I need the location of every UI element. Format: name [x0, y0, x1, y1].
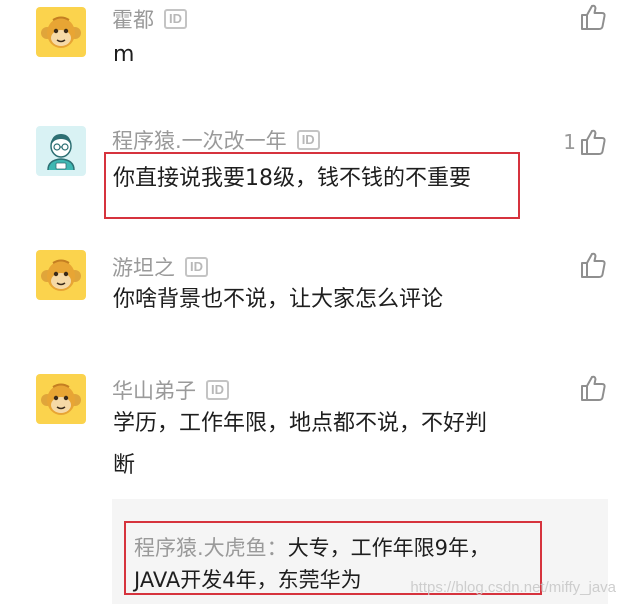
reply-line-2: JAVA开发4年，东莞华为 [134, 564, 362, 596]
comment-username[interactable]: 霍都 ID [112, 4, 187, 34]
comment-text: 你直接说我要18级，钱不钱的不重要 [113, 166, 471, 191]
thumbs-up-icon [581, 252, 606, 278]
comment-username[interactable]: 游坦之 ID [112, 252, 208, 282]
coder-avatar-icon[interactable] [36, 126, 86, 176]
like-count: 1 [563, 130, 576, 154]
like-button[interactable] [576, 373, 608, 403]
reply-text-line-1: 大专，工作年限9年， [287, 536, 491, 560]
monkey-avatar-icon[interactable] [36, 250, 86, 300]
reply-line-1: 程序猿.大虎鱼：大专，工作年限9年， [134, 532, 490, 564]
username-text[interactable]: 华山弟子 [112, 375, 196, 405]
username-text[interactable]: 游坦之 [112, 252, 175, 282]
username-text[interactable]: 霍都 [112, 4, 154, 34]
comment-username[interactable]: 华山弟子 ID [112, 375, 229, 405]
comment-text-line-1: 学历，工作年限，地点都不说，不好判 [113, 411, 488, 436]
comment-text: 你啥背景也不说，让大家怎么评论 [113, 287, 444, 312]
thumbs-up-icon [581, 129, 606, 155]
comment-text-line-2: 断 [113, 453, 136, 478]
like-button[interactable] [576, 2, 608, 32]
monkey-avatar-icon[interactable] [36, 374, 86, 424]
reply-text-line-2: JAVA开发4年，东莞华为 [134, 568, 362, 592]
id-badge-icon: ID [296, 130, 320, 150]
username-text[interactable]: 程序猿.一次改一年 [112, 125, 287, 155]
like-button[interactable] [576, 250, 608, 280]
comment-text: m [113, 42, 135, 67]
like-button[interactable]: 1 [563, 127, 608, 157]
comment-username[interactable]: 程序猿.一次改一年 ID [112, 125, 320, 155]
monkey-avatar-icon[interactable] [36, 7, 86, 57]
id-badge-icon: ID [185, 257, 208, 277]
id-badge-icon: ID [206, 380, 229, 400]
reply-author[interactable]: 程序猿.大虎鱼： [134, 536, 288, 560]
watermark: https://blog.csdn.net/miffy_java [410, 579, 616, 596]
thumbs-up-icon [581, 375, 606, 401]
thumbs-up-icon [581, 4, 606, 30]
id-badge-icon: ID [164, 9, 187, 29]
